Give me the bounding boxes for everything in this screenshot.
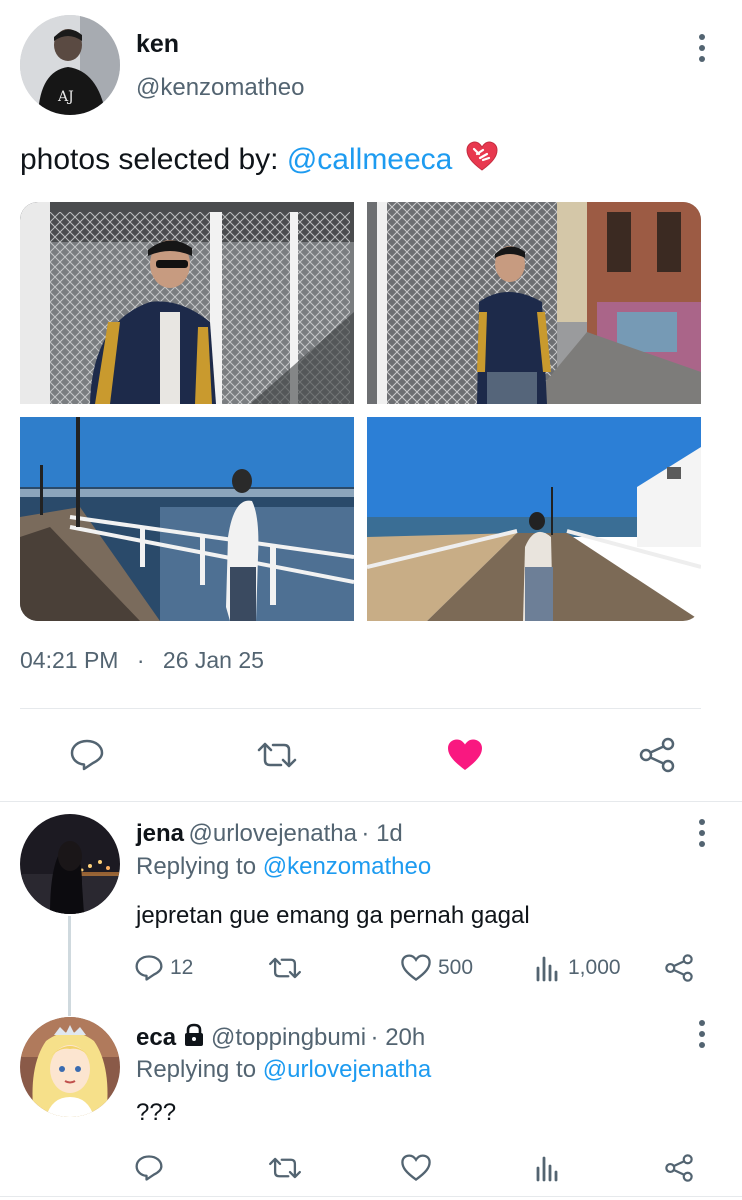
reply-handle[interactable]: @urlovejenatha bbox=[188, 820, 356, 847]
heart-icon bbox=[401, 954, 431, 981]
divider-top bbox=[20, 708, 701, 709]
mending-heart-icon bbox=[465, 140, 499, 182]
thread-connector bbox=[68, 916, 71, 1016]
author-name[interactable]: ken bbox=[136, 30, 179, 59]
reply-age: · 20h bbox=[370, 1024, 426, 1051]
reply-views-button[interactable]: 1,000 bbox=[534, 952, 621, 984]
replying-label: Replying to bbox=[136, 853, 263, 880]
avatar-photo: AJ bbox=[20, 15, 120, 115]
avatar-photo bbox=[20, 1017, 120, 1117]
reply-handle[interactable]: @toppingbumi bbox=[211, 1024, 366, 1051]
tweet-more-button[interactable] bbox=[690, 32, 714, 64]
share-button[interactable] bbox=[632, 734, 682, 776]
reply-more-button[interactable] bbox=[690, 817, 714, 849]
like-count: 500 bbox=[438, 956, 474, 979]
views-icon bbox=[536, 956, 558, 982]
view-count: 1,000 bbox=[568, 956, 621, 979]
replying-to-line: Replying to @kenzomatheo bbox=[136, 853, 431, 881]
divider-actions bbox=[0, 801, 742, 802]
tweet-time: 04:21 PM bbox=[20, 647, 119, 673]
tweet-photo-4[interactable] bbox=[367, 417, 701, 621]
reply-reply-button[interactable]: 12 bbox=[134, 952, 193, 984]
tweet-photo-1[interactable] bbox=[20, 202, 354, 404]
media-grid bbox=[20, 202, 701, 621]
author-handle[interactable]: @kenzomatheo bbox=[136, 74, 304, 102]
divider-bottom bbox=[0, 1196, 742, 1197]
reply-retweet-button[interactable] bbox=[268, 952, 302, 984]
reply-reply-button[interactable] bbox=[134, 1152, 164, 1184]
like-button[interactable] bbox=[440, 734, 490, 776]
reply-name[interactable]: jena bbox=[136, 820, 184, 847]
share-icon bbox=[639, 737, 675, 773]
share-icon bbox=[665, 1154, 693, 1182]
more-icon bbox=[699, 1020, 705, 1026]
retweet-button[interactable] bbox=[252, 734, 302, 776]
more-icon bbox=[699, 819, 705, 825]
reply-avatar-eca[interactable] bbox=[20, 1017, 120, 1117]
tweet-timestamp[interactable]: 04:21 PM · 26 Jan 25 bbox=[20, 647, 264, 674]
reply-header-eca: eca @toppingbumi · 20h bbox=[136, 1023, 425, 1052]
tweet-text-prefix: photos selected by: bbox=[20, 142, 287, 176]
reply-more-button[interactable] bbox=[690, 1018, 714, 1050]
tweet-photo-3[interactable] bbox=[20, 417, 354, 621]
reply-like-button[interactable] bbox=[400, 1152, 432, 1184]
reply-avatar-jena[interactable] bbox=[20, 814, 120, 914]
replying-to-link[interactable]: @kenzomatheo bbox=[263, 853, 431, 880]
reply-count: 12 bbox=[170, 956, 194, 979]
replying-label: Replying to bbox=[136, 1056, 263, 1083]
reply-icon bbox=[70, 739, 104, 771]
retweet-icon bbox=[269, 957, 301, 979]
tweet-date: 26 Jan 25 bbox=[162, 647, 264, 673]
heart-icon bbox=[448, 739, 482, 770]
svg-text:AJ: AJ bbox=[57, 89, 74, 105]
heart-icon bbox=[401, 1154, 431, 1181]
reply-views-button[interactable] bbox=[534, 1152, 562, 1184]
reply-icon bbox=[135, 955, 163, 981]
reply-like-button[interactable]: 500 bbox=[400, 952, 473, 984]
more-icon bbox=[699, 34, 705, 40]
reply-name[interactable]: eca bbox=[136, 1024, 176, 1051]
reply-text: ??? bbox=[136, 1099, 177, 1126]
reply-share-button[interactable] bbox=[664, 1152, 694, 1184]
meta-separator: · bbox=[136, 647, 145, 673]
tweet-mention-link[interactable]: @callmeeca bbox=[287, 143, 453, 176]
tweet-photo-2[interactable] bbox=[367, 202, 701, 404]
replying-to-link[interactable]: @urlovejenatha bbox=[263, 1056, 431, 1083]
lock-icon bbox=[183, 1023, 205, 1052]
share-icon bbox=[665, 954, 693, 982]
author-avatar[interactable]: AJ bbox=[20, 15, 120, 115]
reply-icon bbox=[135, 1155, 163, 1181]
tweet-text: photos selected by: @callmeeca bbox=[20, 140, 499, 182]
views-icon bbox=[536, 1156, 558, 1182]
reply-age: · 1d bbox=[361, 820, 403, 847]
replying-to-line: Replying to @urlovejenatha bbox=[136, 1056, 431, 1084]
reply-button[interactable] bbox=[62, 734, 112, 776]
avatar-photo bbox=[20, 814, 120, 914]
reply-header-jena: jena @urlovejenatha · 1d bbox=[136, 820, 403, 848]
reply-retweet-button[interactable] bbox=[268, 1152, 302, 1184]
retweet-icon bbox=[257, 742, 297, 768]
reply-text: jepretan gue emang ga pernah gagal bbox=[136, 902, 530, 929]
reply-share-button[interactable] bbox=[664, 952, 694, 984]
retweet-icon bbox=[269, 1157, 301, 1179]
